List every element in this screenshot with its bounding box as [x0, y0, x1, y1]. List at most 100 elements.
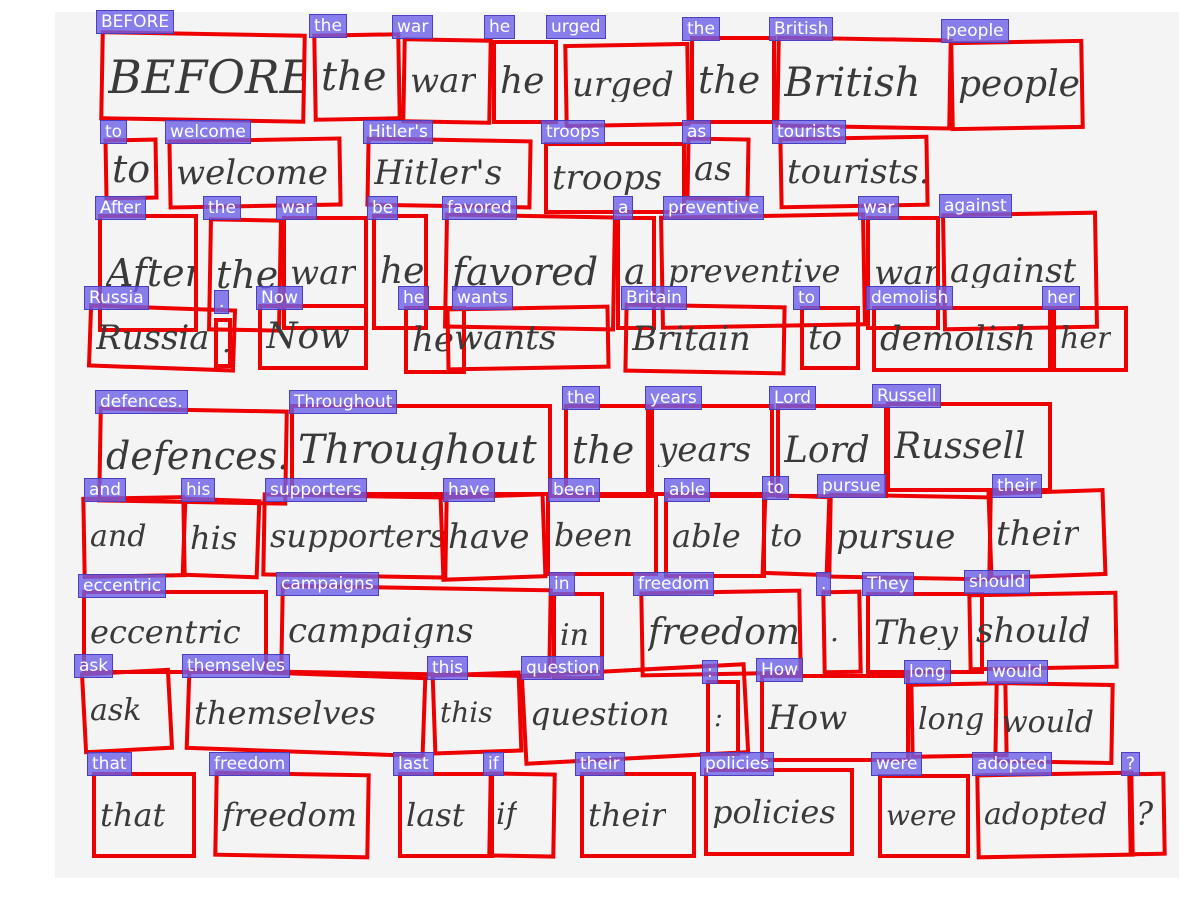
- word-label-defences: defences.: [95, 390, 188, 414]
- word-bounding-box: [261, 492, 449, 580]
- word-label-punct: ?: [1121, 752, 1141, 776]
- word-label-in: in: [549, 572, 575, 596]
- word-label-against: against: [939, 194, 1012, 218]
- word-label-war: war: [392, 15, 434, 39]
- word-label-her: her: [1042, 286, 1081, 310]
- word-bounding-box: [690, 36, 776, 124]
- word-label-now: Now: [256, 286, 304, 310]
- word-label-throughout: Throughout: [289, 390, 398, 414]
- word-label-favored: favored: [442, 196, 517, 220]
- word-label-welcome: welcome: [165, 120, 251, 144]
- word-bounding-box: [492, 40, 558, 124]
- word-label-campaigns: campaigns: [276, 572, 379, 596]
- word-bounding-box: [563, 41, 691, 129]
- word-label-ask: ask: [74, 654, 114, 678]
- word-bounding-box: [778, 134, 930, 210]
- word-label-to: to: [762, 476, 790, 500]
- word-label-their: their: [992, 474, 1042, 498]
- word-label-british: British: [769, 17, 834, 41]
- word-bounding-box: [445, 304, 611, 372]
- word-bounding-box: [775, 35, 953, 131]
- word-bounding-box: [685, 136, 751, 202]
- word-bounding-box: [81, 495, 187, 579]
- word-bounding-box: [398, 772, 494, 858]
- word-bounding-box: [103, 137, 159, 201]
- word-bounding-box: [760, 674, 910, 762]
- word-bounding-box: [800, 306, 860, 370]
- word-label-lord: Lord: [769, 386, 817, 410]
- word-bounding-box: [258, 304, 368, 370]
- word-label-freedom: freedom: [633, 572, 715, 596]
- word-bounding-box: [401, 37, 493, 125]
- word-bounding-box: [827, 492, 993, 582]
- word-label-demolish: demolish: [866, 286, 954, 310]
- word-label-his: his: [181, 478, 216, 502]
- word-label-russia: Russia: [84, 286, 149, 310]
- word-label-should: should: [964, 570, 1031, 594]
- word-label-the: the: [309, 14, 347, 38]
- word-label-able: able: [664, 478, 711, 502]
- word-label-as: as: [682, 120, 712, 144]
- word-label-question: question: [521, 656, 605, 680]
- word-label-punct: .: [816, 572, 832, 596]
- word-bounding-box: [213, 770, 371, 860]
- word-label-wants: wants: [452, 286, 513, 310]
- word-bounding-box: [184, 667, 428, 759]
- word-bounding-box: [1127, 771, 1167, 857]
- word-label-to: to: [793, 286, 821, 310]
- word-label-years: years: [645, 386, 702, 410]
- word-label-pursue: pursue: [817, 474, 886, 498]
- word-bounding-box: [872, 306, 1052, 372]
- word-bounding-box: [79, 667, 175, 755]
- word-bounding-box: [99, 30, 307, 124]
- word-label-preventive: preventive: [663, 196, 765, 220]
- word-bounding-box: [760, 492, 832, 578]
- word-bounding-box: [430, 670, 524, 756]
- word-bounding-box: [438, 492, 548, 582]
- word-bounding-box: [312, 32, 402, 122]
- word-label-before: BEFORE: [96, 10, 175, 34]
- word-label-last: last: [393, 752, 434, 776]
- word-label-supporters: supporters: [265, 478, 367, 502]
- word-label-punct: :: [702, 660, 718, 684]
- word-bounding-box: [986, 487, 1108, 581]
- word-bounding-box: [580, 772, 696, 858]
- word-label-adopted: adopted: [972, 752, 1053, 776]
- word-bounding-box: [975, 770, 1135, 860]
- word-label-their: their: [575, 752, 625, 776]
- word-bounding-box: [180, 496, 262, 580]
- word-label-tourists: tourists: [772, 120, 846, 144]
- word-label-troops: troops: [541, 120, 605, 144]
- word-label-people: people: [941, 19, 1009, 43]
- word-label-russell: Russell: [872, 384, 942, 408]
- word-label-long: long: [904, 660, 951, 684]
- word-bounding-box: [878, 774, 970, 858]
- word-label-the: the: [562, 386, 600, 410]
- word-bounding-box: [949, 38, 1085, 132]
- word-label-policies: policies: [700, 752, 775, 776]
- word-label-the: the: [203, 196, 241, 220]
- word-label-to: to: [100, 120, 128, 144]
- word-bounding-box: [1052, 306, 1128, 372]
- document-page: BEFORE BEFORE the the war war he he urged urged th…: [0, 0, 1189, 912]
- word-bounding-box: [704, 768, 854, 856]
- word-bounding-box: [664, 494, 766, 578]
- word-label-been: been: [548, 478, 601, 502]
- word-label-and: and: [84, 478, 126, 502]
- word-label-after: After: [95, 196, 146, 220]
- word-bounding-box: [821, 589, 863, 675]
- word-bounding-box: [487, 771, 557, 859]
- word-bounding-box: [92, 772, 196, 858]
- word-label-eccentric: eccentric: [78, 574, 167, 598]
- word-label-punct: .: [214, 290, 230, 314]
- word-label-britain: Britain: [621, 286, 687, 310]
- word-bounding-box: [623, 302, 787, 376]
- word-bounding-box: [214, 318, 232, 368]
- word-label-the: the: [682, 17, 720, 41]
- word-label-that: that: [87, 752, 132, 776]
- word-label-themselves: themselves: [182, 654, 290, 678]
- word-bounding-box: [546, 494, 658, 576]
- word-label-have: have: [443, 478, 495, 502]
- word-bounding-box: [279, 583, 553, 679]
- word-label-if: if: [483, 752, 504, 776]
